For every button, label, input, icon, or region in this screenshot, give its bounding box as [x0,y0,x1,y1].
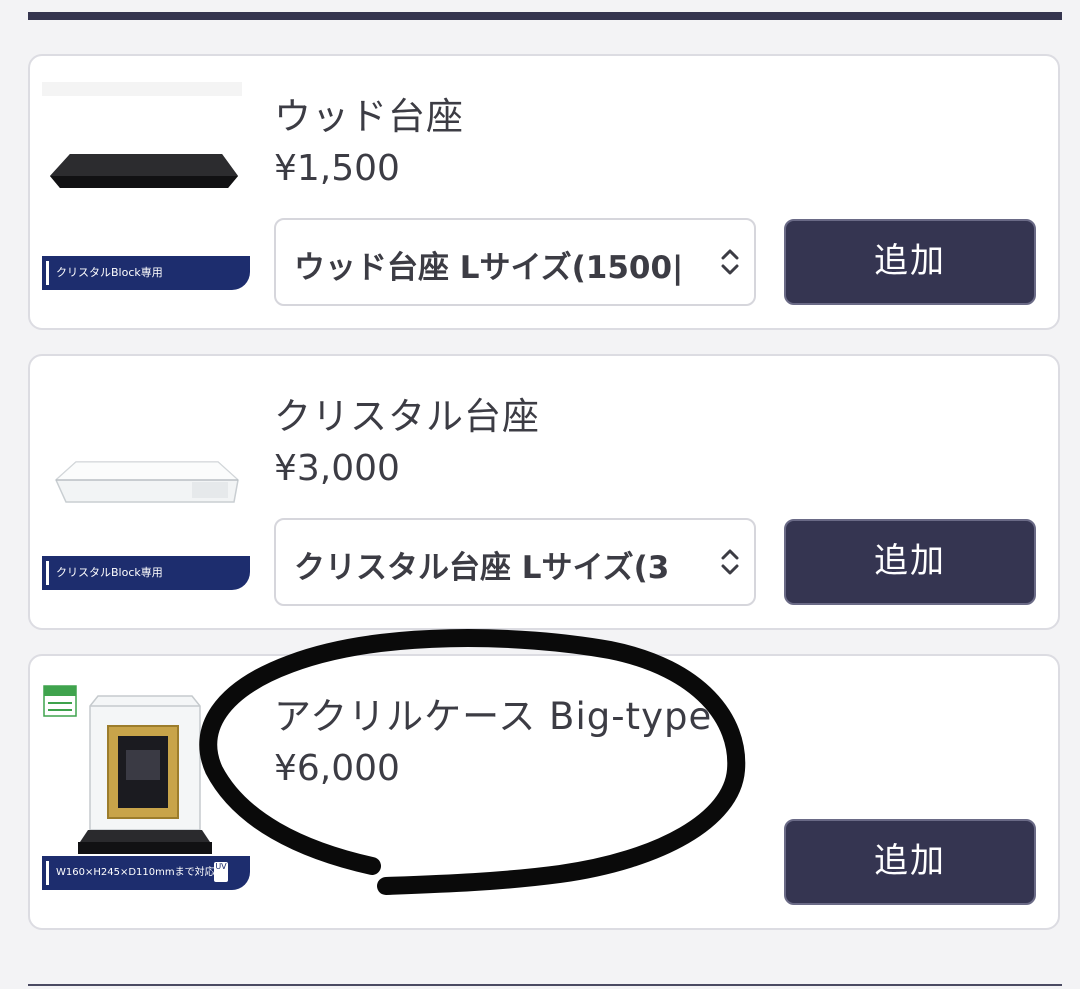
chevron-up-down-icon [718,244,742,280]
variant-select-value: ウッド台座 Lサイズ(1500| [294,250,684,286]
add-button[interactable]: 追加 [784,519,1036,605]
uv-badge: UV [214,862,228,882]
header-bar [28,12,1062,20]
product-card-acrylic-case: W160×H245×D110mmまで対応 UV アクリルケース Big-type… [28,654,1060,930]
product-title: アクリルケース Big-type [274,695,713,738]
product-price: ¥3,000 [274,448,400,489]
product-price: ¥1,500 [274,148,400,189]
product-image-ribbon: W160×H245×D110mmまで対応 UV [42,856,250,890]
variant-select[interactable]: クリスタル台座 Lサイズ(3 [274,518,756,606]
add-button[interactable]: 追加 [784,819,1036,905]
variant-select-value: クリスタル台座 Lサイズ(3 [294,550,670,586]
product-title: ウッド台座 [274,95,464,138]
variant-select[interactable]: ウッド台座 Lサイズ(1500| [274,218,756,306]
add-button[interactable]: 追加 [784,219,1036,305]
product-image-ribbon-text: W160×H245×D110mmまで対応 [56,867,215,878]
product-price: ¥6,000 [274,748,400,789]
section-divider [28,984,1062,986]
product-image-ribbon: クリスタルBlock専用 [42,556,250,590]
chevron-up-down-icon [718,544,742,580]
product-image-ribbon: クリスタルBlock専用 [42,256,250,290]
product-card-crystal-base: クリスタルBlock専用 クリスタル台座 ¥3,000 クリスタル台座 Lサイズ… [28,354,1060,630]
product-card-wood-base: クリスタルBlock専用 ウッド台座 ¥1,500 ウッド台座 Lサイズ(150… [28,54,1060,330]
product-title: クリスタル台座 [274,395,540,438]
